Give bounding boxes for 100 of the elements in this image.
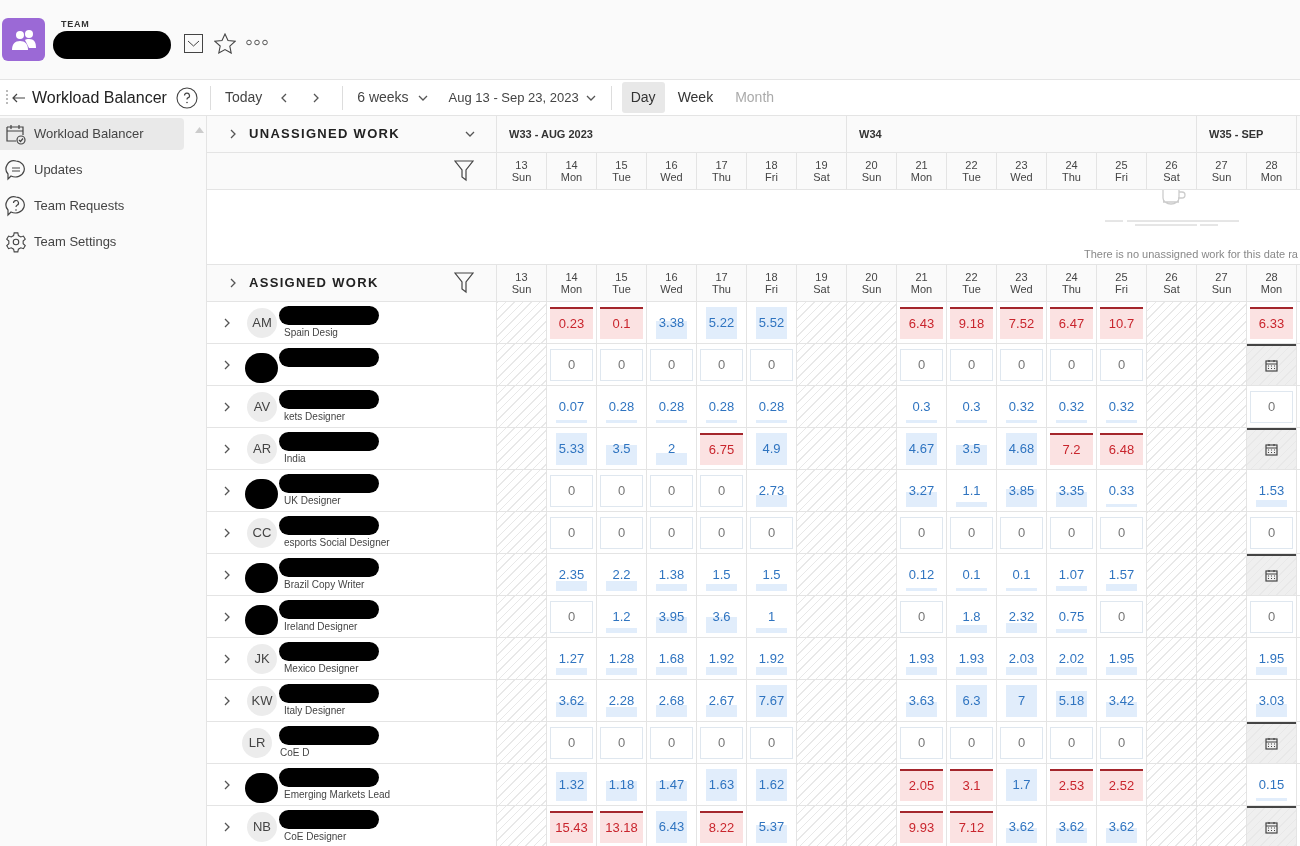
workload-value[interactable]: 1.47 xyxy=(650,768,693,801)
workload-value[interactable]: 2.2 xyxy=(600,558,643,591)
workload-value[interactable]: 0.1 xyxy=(950,558,993,591)
star-icon[interactable] xyxy=(214,33,236,54)
workload-value[interactable]: 2.02 xyxy=(1050,642,1093,675)
workload-value[interactable]: 8.22 xyxy=(700,810,743,843)
range-dropdown[interactable]: 6 weeks xyxy=(357,87,429,108)
workload-value[interactable]: 6.43 xyxy=(650,810,693,843)
workload-value[interactable]: 4.68 xyxy=(1000,432,1043,465)
workload-value[interactable]: 0.28 xyxy=(600,390,643,423)
workload-value[interactable]: 0 xyxy=(650,516,693,549)
workload-value[interactable]: 0.3 xyxy=(950,390,993,423)
workload-value[interactable]: 0.23 xyxy=(550,306,593,339)
workload-value[interactable]: 4.9 xyxy=(750,432,793,465)
workload-value[interactable]: 1.18 xyxy=(600,768,643,801)
workload-value[interactable]: 3.42 xyxy=(1100,684,1143,717)
workload-value[interactable]: 3.62 xyxy=(1050,810,1093,843)
workload-value[interactable]: 1.8 xyxy=(950,600,993,633)
workload-value[interactable]: 0.07 xyxy=(550,390,593,423)
workload-value[interactable]: 1.7 xyxy=(1000,768,1043,801)
workload-value[interactable]: 3.85 xyxy=(1000,474,1043,507)
view-tab[interactable]: Week xyxy=(668,82,723,113)
workload-value[interactable]: 0.33 xyxy=(1100,474,1143,507)
workload-value[interactable]: 0.1 xyxy=(600,306,643,339)
time-off-cell[interactable] xyxy=(1247,428,1296,469)
workload-value[interactable]: 0 xyxy=(1100,516,1143,549)
workload-value[interactable]: 0 xyxy=(1100,600,1143,633)
workload-value[interactable]: 0 xyxy=(750,516,793,549)
workload-value[interactable]: 13.18 xyxy=(600,810,643,843)
workload-value[interactable]: 1.92 xyxy=(750,642,793,675)
workload-value[interactable]: 7.2 xyxy=(1050,432,1093,465)
workload-value[interactable]: 0 xyxy=(1000,726,1043,759)
workload-value[interactable]: 3.62 xyxy=(1000,810,1043,843)
workload-value[interactable]: 7.12 xyxy=(950,810,993,843)
workload-value[interactable]: 1.07 xyxy=(1050,558,1093,591)
view-tab[interactable]: Day xyxy=(621,82,665,113)
workload-value[interactable]: 0 xyxy=(650,348,693,381)
workload-value[interactable]: 1.5 xyxy=(700,558,743,591)
workload-value[interactable]: 0 xyxy=(550,600,593,633)
today-button[interactable]: Today xyxy=(218,87,269,108)
workload-value[interactable]: 0 xyxy=(600,726,643,759)
workload-value[interactable]: 0 xyxy=(550,516,593,549)
workload-value[interactable]: 1.92 xyxy=(700,642,743,675)
workload-value[interactable]: 2.53 xyxy=(1050,768,1093,801)
workload-value[interactable]: 0.28 xyxy=(750,390,793,423)
workload-value[interactable]: 3.6 xyxy=(700,600,743,633)
workload-value[interactable]: 0 xyxy=(700,726,743,759)
workload-value[interactable]: 1.68 xyxy=(650,642,693,675)
workload-value[interactable]: 2.68 xyxy=(650,684,693,717)
workload-value[interactable]: 6.33 xyxy=(1250,306,1293,339)
workload-value[interactable]: 3.27 xyxy=(900,474,943,507)
workload-value[interactable]: 0 xyxy=(600,474,643,507)
workload-value[interactable]: 0.3 xyxy=(900,390,943,423)
time-off-cell[interactable] xyxy=(1247,554,1296,595)
workload-value[interactable]: 1.28 xyxy=(600,642,643,675)
workload-value[interactable]: 1.62 xyxy=(750,768,793,801)
workload-value[interactable]: 1.93 xyxy=(950,642,993,675)
workload-value[interactable]: 5.22 xyxy=(700,306,743,339)
workload-value[interactable]: 0 xyxy=(1250,516,1293,549)
dropdown-icon[interactable] xyxy=(184,34,203,53)
workload-value[interactable]: 6.75 xyxy=(700,432,743,465)
workload-value[interactable]: 5.18 xyxy=(1050,684,1093,717)
workload-value[interactable]: 0 xyxy=(600,348,643,381)
workload-value[interactable]: 2.32 xyxy=(1000,600,1043,633)
workload-value[interactable]: 3.5 xyxy=(600,432,643,465)
workload-value[interactable]: 2.73 xyxy=(750,474,793,507)
sidebar-item[interactable]: Updates xyxy=(0,154,184,186)
workload-value[interactable]: 0 xyxy=(750,348,793,381)
collapse-sidebar-icon[interactable] xyxy=(5,89,27,106)
calendar-icon[interactable] xyxy=(1265,359,1278,372)
workload-value[interactable]: 2.05 xyxy=(900,768,943,801)
workload-value[interactable]: 0.15 xyxy=(1250,768,1293,801)
time-off-cell[interactable] xyxy=(1247,344,1296,385)
workload-value[interactable]: 1.5 xyxy=(750,558,793,591)
workload-value[interactable]: 3.1 xyxy=(950,768,993,801)
filter-icon[interactable] xyxy=(454,160,474,182)
workload-value[interactable]: 0 xyxy=(900,726,943,759)
workload-value[interactable]: 0.32 xyxy=(1050,390,1093,423)
workload-value[interactable]: 0 xyxy=(700,516,743,549)
workload-value[interactable]: 6.48 xyxy=(1100,432,1143,465)
workload-value[interactable]: 0 xyxy=(900,600,943,633)
workload-value[interactable]: 2.28 xyxy=(600,684,643,717)
workload-value[interactable]: 0 xyxy=(1250,600,1293,633)
workload-value[interactable]: 0 xyxy=(950,516,993,549)
workload-value[interactable]: 0 xyxy=(1050,516,1093,549)
sidebar-item[interactable]: Workload Balancer xyxy=(0,118,184,150)
time-off-cell[interactable] xyxy=(1247,806,1296,846)
help-icon[interactable] xyxy=(175,86,198,109)
workload-value[interactable]: 0 xyxy=(750,726,793,759)
workload-value[interactable]: 5.37 xyxy=(750,810,793,843)
workload-value[interactable]: 0 xyxy=(700,348,743,381)
workload-value[interactable]: 2.52 xyxy=(1100,768,1143,801)
workload-value[interactable]: 0.32 xyxy=(1000,390,1043,423)
workload-value[interactable]: 1.95 xyxy=(1250,642,1293,675)
calendar-icon[interactable] xyxy=(1265,737,1278,750)
workload-value[interactable]: 6.43 xyxy=(900,306,943,339)
more-icon[interactable] xyxy=(246,39,268,46)
workload-value[interactable]: 2.35 xyxy=(550,558,593,591)
workload-value[interactable]: 2 xyxy=(650,432,693,465)
time-off-cell[interactable] xyxy=(1247,722,1296,763)
